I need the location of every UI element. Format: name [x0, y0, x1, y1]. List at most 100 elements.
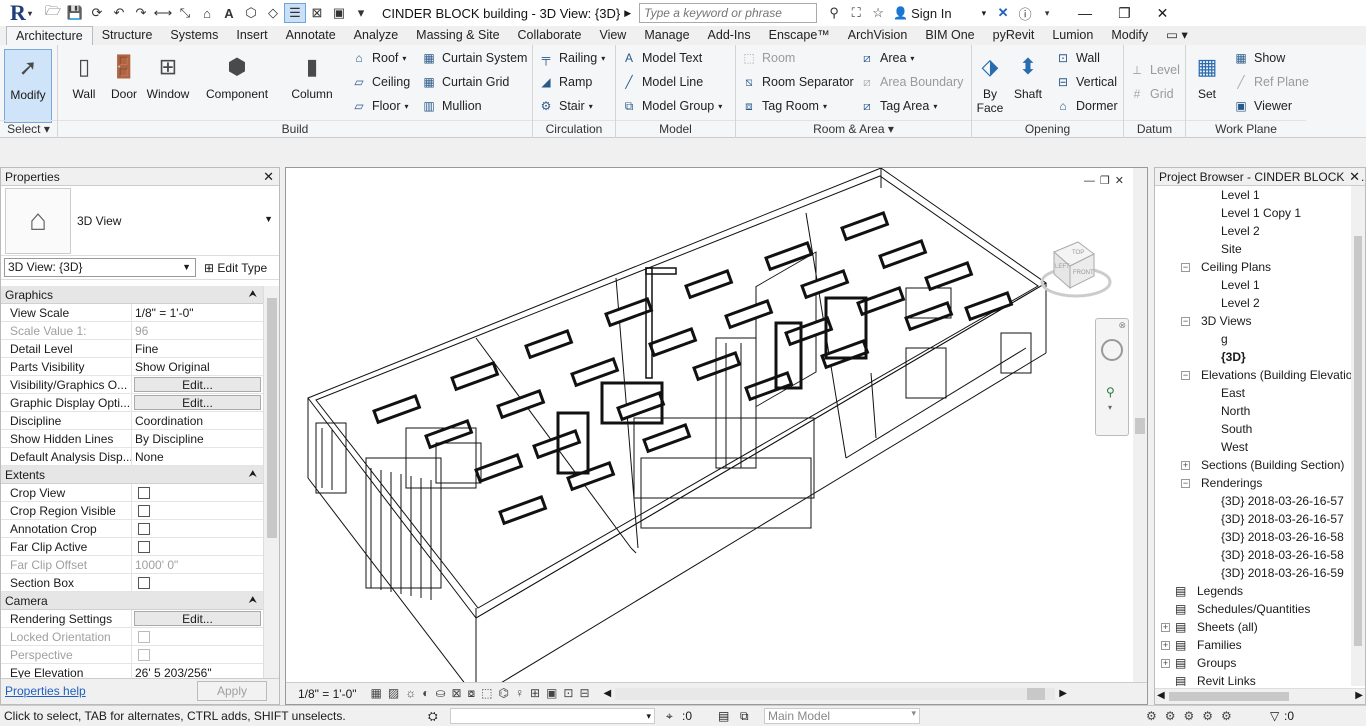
vertical-button[interactable]: ⊟ Vertical — [1054, 71, 1117, 93]
ramp-button[interactable]: ◢ Ramp — [537, 71, 592, 93]
property-value[interactable]: 26' 5 203/256" — [132, 664, 263, 678]
browser-item[interactable]: Level 2 — [1221, 222, 1260, 240]
close-window-icon[interactable]: ✕ — [1157, 5, 1169, 22]
tab-lumion[interactable]: Lumion — [1043, 26, 1102, 45]
component-button[interactable]: ⬢ Component — [206, 49, 268, 117]
viewer-button[interactable]: ▣ Viewer — [1232, 95, 1292, 117]
minimize-icon[interactable]: — — [1078, 5, 1092, 22]
edit-button[interactable]: Edit... — [134, 395, 261, 410]
redo-icon[interactable]: ↷ — [130, 3, 152, 23]
tag-icon[interactable]: ⌂ — [196, 3, 218, 23]
browser-item[interactable]: Ceiling Plans — [1201, 258, 1271, 276]
tab-massing-site[interactable]: Massing & Site — [407, 26, 508, 45]
properties-help-link[interactable]: Properties help — [5, 684, 86, 698]
grid-button[interactable]: # Grid — [1128, 83, 1174, 105]
scroll-thumb[interactable] — [267, 298, 277, 538]
browser-item[interactable]: g — [1221, 330, 1228, 348]
browser-item[interactable]: Level 2 — [1221, 294, 1260, 312]
browser-item[interactable]: West — [1221, 438, 1248, 456]
edit-button[interactable]: Edit... — [134, 377, 261, 392]
measure-icon[interactable]: ⟷ — [152, 3, 174, 23]
3d-view-icon[interactable]: ⬡ — [240, 3, 262, 23]
browser-scroll-left-icon[interactable]: ◀ — [1157, 690, 1165, 701]
thin-lines-icon[interactable]: ☰ — [284, 3, 306, 23]
room-separator-button[interactable]: ⧅ Room Separator — [740, 71, 854, 93]
scroll-right-icon[interactable]: ▶ — [1059, 688, 1067, 699]
ceiling-button[interactable]: ▱ Ceiling — [350, 71, 410, 93]
nav-close-icon[interactable]: ⊗ — [1118, 320, 1126, 331]
tab-add-ins[interactable]: Add-Ins — [699, 26, 760, 45]
column-button[interactable]: ▮ Column — [286, 49, 338, 117]
property-value[interactable]: 1/8" = 1'-0" — [132, 304, 263, 321]
selection-filter-icons[interactable]: ⚙⚙⚙⚙⚙ — [1146, 706, 1240, 726]
expand-icon[interactable]: + — [1161, 623, 1170, 632]
browser-item[interactable]: Legends — [1197, 582, 1243, 600]
restore-view-icon[interactable]: ❐ — [1100, 175, 1115, 187]
exchange-icon[interactable]: ✕ — [992, 3, 1014, 23]
browser-item[interactable]: 3D Views — [1201, 312, 1251, 330]
steering-wheel-icon[interactable] — [1101, 339, 1123, 361]
close-hidden-icon[interactable]: ⊠ — [306, 3, 328, 23]
customize-icon[interactable]: ▾ — [350, 3, 372, 23]
section-icon[interactable]: ◇ — [262, 3, 284, 23]
property-value[interactable]: Fine — [132, 340, 263, 357]
browser-item[interactable]: {3D} 2018-03-26-16-58 — [1221, 546, 1344, 564]
close-icon[interactable]: ✕ — [263, 168, 274, 186]
browser-hscroll-thumb[interactable] — [1169, 692, 1289, 701]
property-value[interactable]: None — [132, 448, 263, 465]
restore-icon[interactable]: ❐ — [1118, 5, 1131, 22]
help-dropdown-icon[interactable]: ▾ — [1036, 3, 1058, 23]
apply-button[interactable]: Apply — [197, 681, 267, 701]
property-value[interactable]: By Discipline — [132, 430, 263, 447]
property-checkbox[interactable] — [138, 541, 150, 553]
area-boundary-button[interactable]: ⧄ Area Boundary — [858, 71, 963, 93]
open-icon[interactable]: 🗁 — [42, 3, 64, 23]
collapse-icon[interactable]: − — [1181, 371, 1190, 380]
browser-item[interactable]: Sections (Building Section) — [1201, 456, 1344, 474]
instance-selector[interactable]: 3D View: {3D} ▼ — [4, 258, 196, 277]
viewcube[interactable]: TOP FRONT LEFT — [1036, 230, 1116, 310]
app-menu-button[interactable]: R ▾ — [0, 0, 42, 26]
show-button[interactable]: ▦ Show — [1232, 47, 1285, 69]
tab-manage[interactable]: Manage — [635, 26, 698, 45]
tab-pyrevit[interactable]: pyRevit — [984, 26, 1044, 45]
sign-in-button[interactable]: 👤 Sign In ▾ — [893, 6, 986, 21]
shaft-button[interactable]: ⬍ Shaft — [1004, 49, 1052, 117]
tab-bim-one[interactable]: BIM One — [916, 26, 983, 45]
model-line-button[interactable]: ╱ Model Line — [620, 71, 703, 93]
property-category[interactable]: Extents ⮝ — [1, 466, 263, 484]
properties-scrollbar[interactable] — [263, 286, 279, 678]
set-button[interactable]: ▦ Set — [1184, 49, 1230, 117]
worksets-icon[interactable]: ⛭ — [428, 706, 438, 726]
tab-annotate[interactable]: Annotate — [277, 26, 345, 45]
3d-view-canvas[interactable]: —❐✕ TOP FRONT LEFT ⊗ ⚲ ▾ 1/8" = 1'-0" ▦▨… — [285, 167, 1148, 705]
expand-icon[interactable]: + — [1161, 641, 1170, 650]
ref-plane-button[interactable]: ╱ Ref Plane — [1232, 71, 1309, 93]
browser-item[interactable]: Renderings — [1201, 474, 1262, 492]
browser-item[interactable]: {3D} 2018-03-26-16-58 — [1221, 528, 1344, 546]
tab-systems[interactable]: Systems — [161, 26, 227, 45]
level-button[interactable]: ⟂ Level — [1128, 59, 1180, 81]
tab-view[interactable]: View — [590, 26, 635, 45]
communication-icon[interactable]: ⛶ — [845, 3, 867, 23]
sync-icon[interactable]: ⟳ — [86, 3, 108, 23]
tab-archvision[interactable]: ArchVision — [839, 26, 917, 45]
property-value[interactable]: Show Original — [132, 358, 263, 375]
property-category[interactable]: Graphics ⮝ — [1, 286, 263, 304]
browser-item[interactable]: Elevations (Building Elevatio — [1201, 366, 1351, 384]
stair-button[interactable]: ⚙ Stair ▾ — [537, 95, 593, 117]
tab-modify[interactable]: Modify — [1102, 26, 1157, 45]
model-group-button[interactable]: ⧉ Model Group ▾ — [620, 95, 723, 117]
expand-icon[interactable]: + — [1181, 461, 1190, 470]
browser-item[interactable]: Families — [1197, 636, 1242, 654]
help-icon[interactable]: ⓘ — [1014, 3, 1036, 23]
minimize-view-icon[interactable]: — — [1084, 175, 1100, 187]
floor-button[interactable]: ▱ Floor ▾ — [350, 95, 408, 117]
zoom-icon[interactable]: ⚲ — [1106, 385, 1115, 399]
design-options-icon[interactable]: ▤ — [718, 706, 729, 726]
undo-icon[interactable]: ↶ — [108, 3, 130, 23]
tab-insert[interactable]: Insert — [227, 26, 276, 45]
browser-item[interactable]: Level 1 — [1221, 276, 1260, 294]
roof-button[interactable]: ⌂ Roof ▾ — [350, 47, 406, 69]
view-vertical-scrollbar[interactable] — [1133, 168, 1147, 682]
